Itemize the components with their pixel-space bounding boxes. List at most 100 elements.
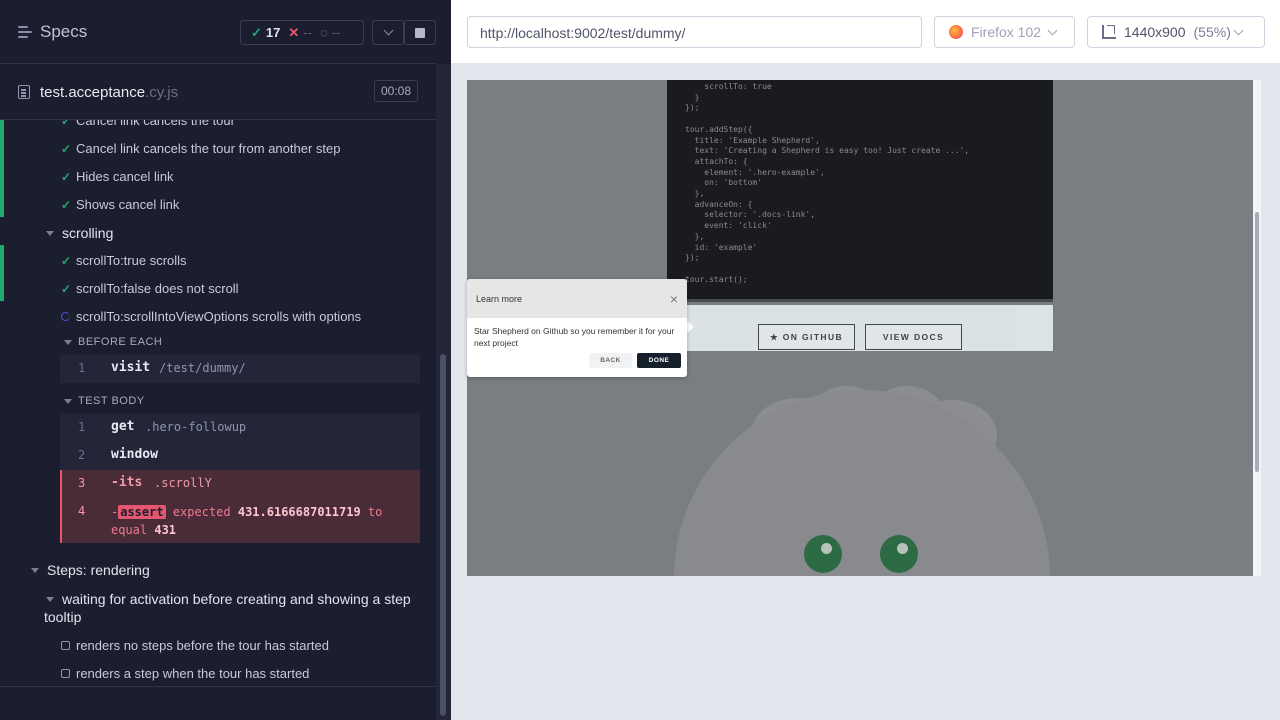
test-title: Hides cancel link — [76, 169, 174, 184]
chevron-down-icon — [46, 231, 54, 236]
test-row-running[interactable]: scrollTo:scrollIntoViewOptions scrolls w… — [0, 308, 436, 328]
tour-header: Learn more × — [467, 279, 687, 318]
test-row-pending[interactable]: renders no steps before the tour has sta… — [0, 636, 436, 656]
browser-label: Firefox 102 — [971, 24, 1042, 40]
test-row[interactable]: ✓ Shows cancel link — [0, 196, 436, 216]
command-arg: .scrollY — [154, 476, 212, 490]
suite-title: scrolling — [62, 225, 114, 241]
command-name: get — [111, 419, 135, 434]
hook-test-body[interactable]: TEST BODY — [0, 393, 436, 411]
command-number: 1 — [78, 361, 86, 375]
sub-suite-activation[interactable]: waiting for activation before creating a… — [0, 589, 436, 629]
tests-list: ✓ Cancel link cancels the tour ✓ Cancel … — [0, 119, 436, 686]
hook-label: BEFORE EACH — [78, 336, 163, 348]
chevron-down-icon — [1047, 25, 1058, 35]
command-row-failed[interactable]: 3 -its .scrollY — [60, 470, 420, 498]
stop-icon — [415, 27, 425, 38]
code-line: on: 'bottom' — [685, 178, 763, 188]
command-name: window — [111, 447, 158, 462]
url-field[interactable]: http://localhost:9002/test/dummy/ — [467, 16, 922, 48]
code-example: scrollTo: true }}); tour.addStep({ title… — [667, 80, 1053, 302]
specs-title: Specs — [40, 22, 88, 41]
chevron-down-icon — [383, 25, 393, 36]
code-line: selector: '.docs-link', — [685, 210, 816, 220]
command-name: visit — [111, 360, 151, 375]
test-title: renders no steps before the tour has sta… — [76, 638, 329, 653]
close-icon[interactable]: × — [670, 291, 678, 307]
check-icon: ✓ — [61, 198, 72, 212]
specs-list-icon — [18, 26, 32, 38]
passed-icon: ✓ — [251, 24, 262, 40]
expand-toggle-button[interactable] — [372, 20, 404, 45]
command-number: 4 — [78, 504, 86, 518]
test-title: Shows cancel link — [76, 197, 180, 212]
command-arg: .hero-followup — [145, 420, 247, 434]
failed-count: -- — [303, 25, 312, 40]
test-row-pending[interactable]: renders a step when the tour has started — [0, 664, 436, 684]
code-line: text: 'Creating a Shepherd is easy too! … — [685, 146, 970, 156]
command-name: -its — [111, 475, 143, 490]
test-row[interactable]: ✓ Cancel link cancels the tour from anot… — [0, 140, 436, 160]
assert-row-failed[interactable]: 4 - assert expected 431.6166687011719 to … — [60, 498, 420, 543]
tour-title: Learn more — [476, 294, 523, 304]
spec-file-ext: .cy.js — [145, 83, 179, 101]
test-row[interactable]: ✓ scrollTo:true scrolls — [0, 252, 436, 272]
viewport-scale: (55%) — [1193, 24, 1231, 40]
aut-scrollbar-thumb[interactable] — [1255, 212, 1259, 472]
spec-duration: 00:08 — [373, 80, 418, 102]
suite-title: Steps: rendering — [47, 562, 150, 578]
command-row[interactable]: 1 visit /test/dummy/ — [60, 355, 420, 383]
test-row[interactable]: ✓ Cancel link cancels the tour — [0, 119, 436, 132]
tour-back-button[interactable]: BACK — [589, 353, 632, 368]
pending-count: -- — [331, 25, 341, 40]
command-number: 3 — [78, 476, 86, 490]
tour-done-button[interactable]: DONE — [637, 353, 681, 368]
code-line: tour.start(); — [685, 274, 748, 284]
tour-text: Star Shepherd on Github so you remember … — [474, 326, 675, 348]
reporter-scrollbar-thumb[interactable] — [440, 354, 446, 716]
specs-toggle[interactable]: Specs — [18, 22, 87, 42]
code-line: }, — [685, 189, 705, 199]
test-title: Cancel link cancels the tour from anothe… — [76, 141, 341, 156]
hook-before-each[interactable]: BEFORE EACH — [0, 334, 436, 352]
viewport-size: 1440x900 — [1124, 24, 1186, 40]
chevron-down-icon — [64, 340, 72, 345]
command-row[interactable]: 2 window — [60, 442, 420, 470]
command-number: 1 — [78, 420, 86, 434]
suite-title-line2: tooltip — [44, 609, 82, 625]
code-line: title: 'Example Shepherd', — [685, 135, 820, 145]
pending-icon — [61, 669, 70, 678]
passed-count: 17 — [265, 25, 281, 40]
mascot-eye-left — [804, 535, 842, 573]
failed-icon: ✕ — [288, 24, 300, 40]
code-line: }); — [685, 103, 700, 113]
stop-button[interactable] — [404, 20, 436, 45]
test-title: scrollTo:true scrolls — [76, 253, 187, 268]
test-row[interactable]: ✓ scrollTo:false does not scroll — [0, 280, 436, 300]
check-icon: ✓ — [61, 282, 72, 296]
view-docs-button[interactable]: VIEW DOCS — [865, 324, 962, 350]
test-row[interactable]: ✓ Hides cancel link — [0, 168, 436, 188]
check-icon: ✓ — [61, 142, 72, 156]
aut-header: http://localhost:9002/test/dummy/ Firefo… — [451, 0, 1280, 64]
browser-select[interactable]: Firefox 102 — [934, 16, 1075, 48]
test-stats: ✓ 17 ✕ -- ◌ -- — [240, 20, 364, 45]
firefox-icon — [949, 25, 963, 39]
viewport-select[interactable]: 1440x900 (55%) — [1087, 16, 1265, 48]
command-row[interactable]: 1 get .hero-followup — [60, 414, 420, 442]
code-line: tour.addStep({ — [685, 124, 753, 134]
code-line: } — [685, 92, 700, 102]
spinner-icon — [61, 312, 70, 321]
ruler-icon — [1102, 25, 1116, 39]
hook-label: TEST BODY — [78, 395, 145, 407]
chevron-down-icon — [31, 568, 39, 573]
chevron-down-icon — [46, 597, 54, 602]
suite-rendering[interactable]: Steps: rendering — [0, 560, 436, 582]
chevron-down-icon — [1233, 25, 1244, 35]
suite-scrolling[interactable]: scrolling — [0, 223, 436, 245]
test-title: Cancel link cancels the tour — [76, 119, 235, 128]
github-button[interactable]: ★ ON GITHUB — [758, 324, 855, 350]
spec-file-header[interactable]: test.acceptance .cy.js 00:08 — [0, 76, 436, 108]
